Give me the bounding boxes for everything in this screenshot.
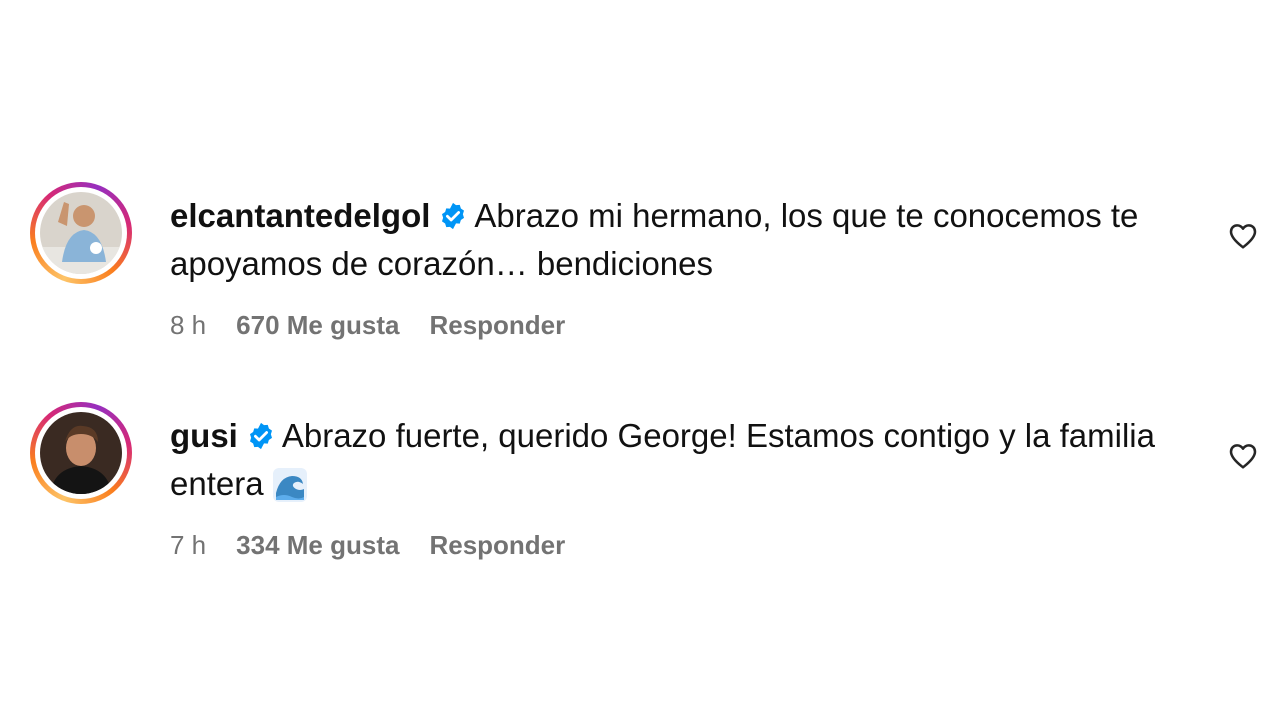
verified-badge-icon — [249, 422, 272, 450]
comment-body: gusi Abrazo fuerte, querido George! Estam… — [170, 412, 1200, 508]
avatar-photo — [40, 192, 122, 274]
heart-icon[interactable] — [1226, 220, 1260, 252]
like-count[interactable]: 334 Me gusta — [236, 530, 399, 560]
like-count[interactable]: 670 Me gusta — [236, 310, 399, 340]
avatar-photo — [40, 412, 122, 494]
reply-button[interactable]: Responder — [429, 530, 565, 560]
avatar[interactable] — [30, 402, 132, 504]
heart-icon[interactable] — [1226, 440, 1260, 472]
comment-time[interactable]: 8 h — [170, 310, 206, 340]
username[interactable]: gusi — [170, 417, 238, 454]
comment-meta: 8 h 670 Me gusta Responder — [170, 310, 595, 341]
avatar[interactable] — [30, 182, 132, 284]
comment-text: Abrazo fuerte, querido George! Estamos c… — [170, 417, 1155, 502]
comment-body: elcantantedelgol Abrazo mi hermano, los q… — [170, 192, 1200, 288]
wave-emoji-icon — [272, 468, 307, 502]
comment-meta: 7 h 334 Me gusta Responder — [170, 530, 595, 561]
verified-badge-icon — [442, 202, 465, 230]
comment-time[interactable]: 7 h — [170, 530, 206, 560]
username[interactable]: elcantantedelgol — [170, 197, 430, 234]
reply-button[interactable]: Responder — [429, 310, 565, 340]
